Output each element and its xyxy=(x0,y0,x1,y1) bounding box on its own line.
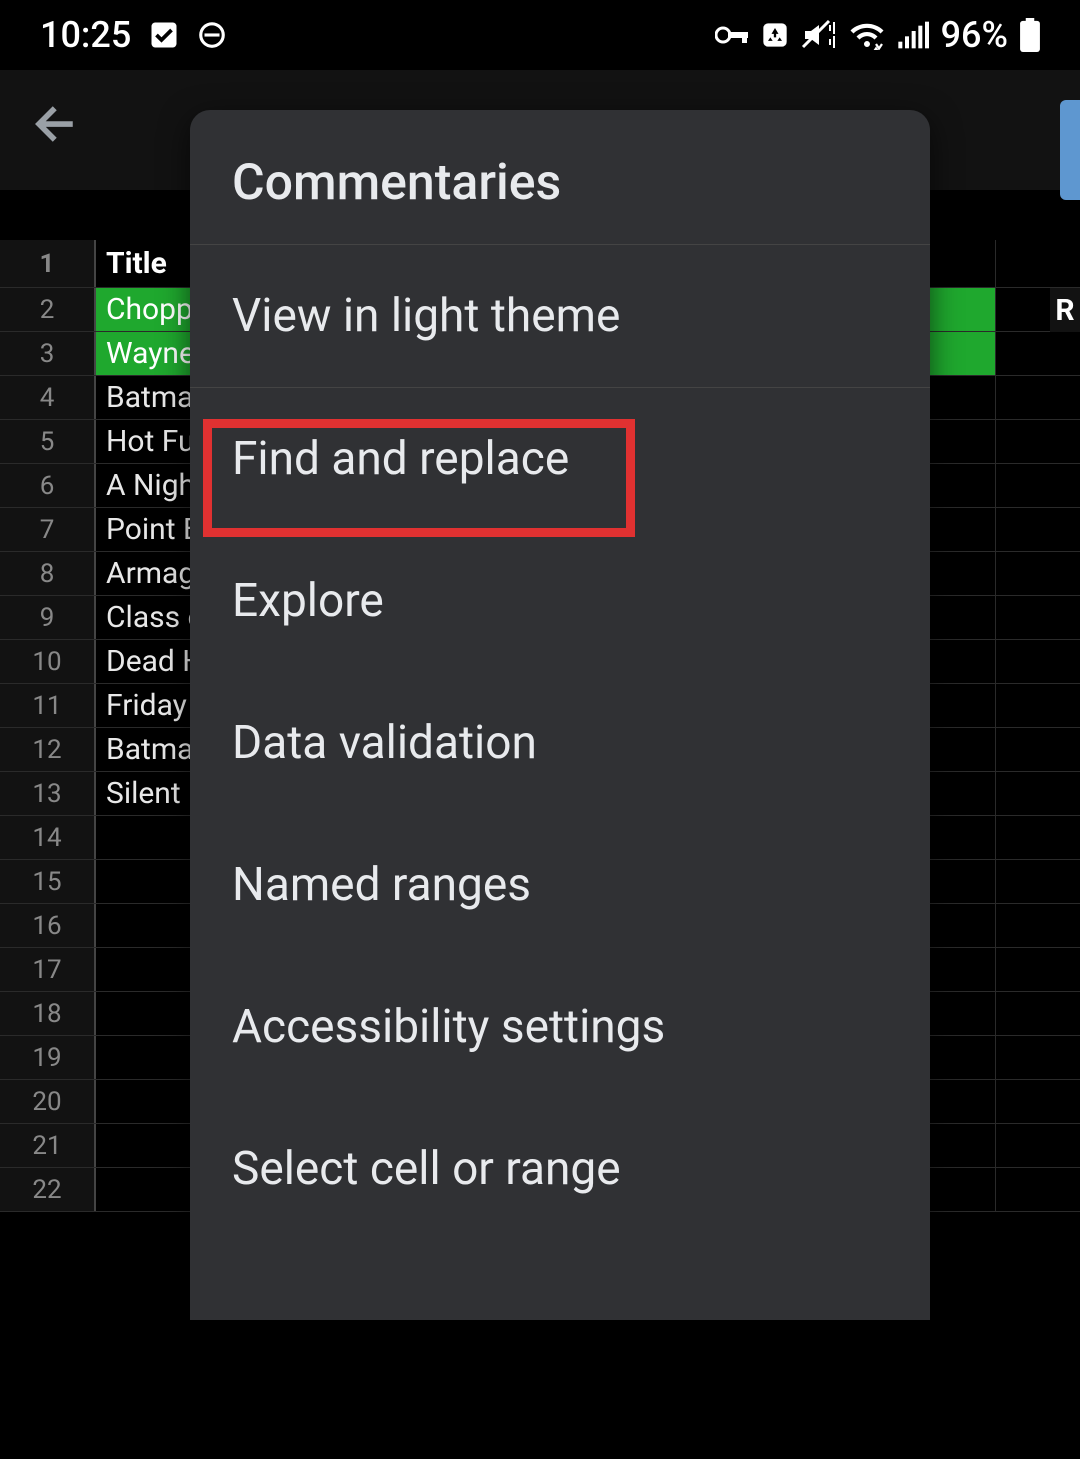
menu-item-named-ranges[interactable]: Named ranges xyxy=(190,814,930,956)
row-number[interactable]: 22 xyxy=(0,1168,96,1211)
row-number[interactable]: 21 xyxy=(0,1124,96,1167)
row-number[interactable]: 17 xyxy=(0,948,96,991)
row-number[interactable]: 8 xyxy=(0,552,96,595)
signal-icon xyxy=(897,21,929,49)
row-number[interactable]: 2 xyxy=(0,288,96,331)
do-not-disturb-icon xyxy=(197,20,227,50)
row-number[interactable]: 15 xyxy=(0,860,96,903)
menu-item-select-cell[interactable]: Select cell or range xyxy=(190,1098,930,1240)
row-number[interactable]: 19 xyxy=(0,1036,96,1079)
menu-item-accessibility[interactable]: Accessibility settings xyxy=(190,956,930,1098)
row-number[interactable]: 12 xyxy=(0,728,96,771)
row-number[interactable]: 5 xyxy=(0,420,96,463)
row-number[interactable]: 16 xyxy=(0,904,96,947)
battery-icon xyxy=(1020,18,1040,52)
menu-item-explore[interactable]: Explore xyxy=(190,530,930,672)
wifi-icon xyxy=(849,20,885,50)
checkmark-box-icon xyxy=(149,20,179,50)
status-time: 10:25 xyxy=(40,14,131,56)
back-arrow-icon[interactable] xyxy=(30,97,84,163)
row-number[interactable]: 13 xyxy=(0,772,96,815)
menu-item-view-light-theme[interactable]: View in light theme xyxy=(190,245,930,388)
row-number[interactable]: 14 xyxy=(0,816,96,859)
menu-item-data-validation[interactable]: Data validation xyxy=(190,672,930,814)
row-number[interactable]: 1 xyxy=(0,240,96,287)
status-bar: 10:25 96% xyxy=(0,0,1080,70)
row-number[interactable]: 10 xyxy=(0,640,96,683)
menu-title: Commentaries xyxy=(190,110,930,245)
menu-item-find-replace[interactable]: Find and replace xyxy=(190,388,930,530)
battery-percent: 96% xyxy=(941,14,1008,56)
row-number[interactable]: 9 xyxy=(0,596,96,639)
row-number[interactable]: 18 xyxy=(0,992,96,1035)
vpn-key-icon xyxy=(715,22,749,48)
status-left: 10:25 xyxy=(40,14,227,56)
row-number[interactable]: 11 xyxy=(0,684,96,727)
selection-edge xyxy=(1060,100,1080,200)
row-number[interactable]: 20 xyxy=(0,1080,96,1123)
row-number[interactable]: 7 xyxy=(0,508,96,551)
mute-vibrate-icon xyxy=(801,19,837,51)
overflow-menu: Commentaries View in light theme Find an… xyxy=(190,110,930,1320)
row-number[interactable]: 6 xyxy=(0,464,96,507)
column-header-right[interactable]: R xyxy=(1050,288,1080,332)
row-number[interactable]: 3 xyxy=(0,332,96,375)
status-right: 96% xyxy=(715,14,1040,56)
recycle-icon xyxy=(761,21,789,49)
row-number[interactable]: 4 xyxy=(0,376,96,419)
